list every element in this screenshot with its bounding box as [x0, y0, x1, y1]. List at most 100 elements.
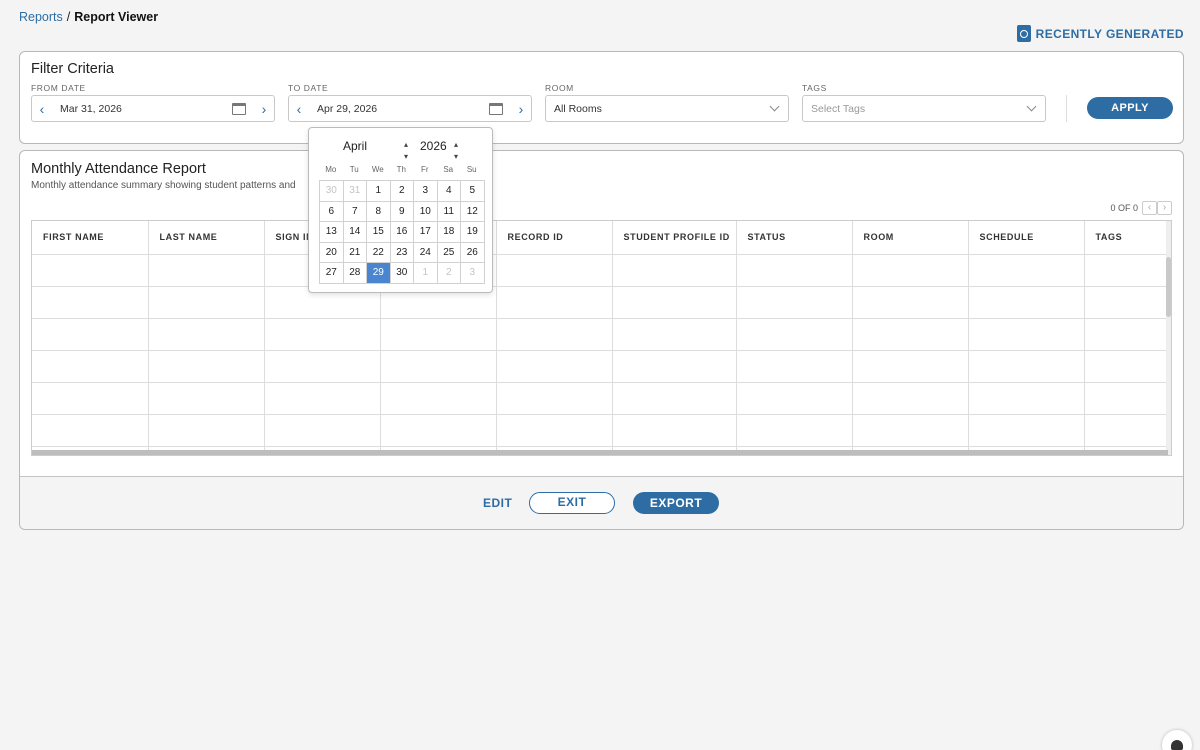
- calendar-day[interactable]: 1: [366, 180, 391, 202]
- weekday-label: We: [371, 165, 384, 174]
- table-cell: [612, 286, 737, 319]
- calendar-day[interactable]: 4: [436, 180, 461, 202]
- calendar-day[interactable]: 31: [342, 180, 367, 202]
- calendar-day[interactable]: 16: [389, 221, 414, 243]
- calendar-week: 6 7 8 9 10 11 12: [319, 200, 485, 222]
- table-cell: [736, 414, 853, 447]
- calendar-day[interactable]: 15: [366, 221, 391, 243]
- calendar-day[interactable]: 2: [389, 180, 414, 202]
- calendar-day[interactable]: 7: [342, 200, 367, 222]
- table-cell: [148, 414, 265, 447]
- breadcrumb-current: Report Viewer: [74, 10, 159, 24]
- table-row: [32, 414, 1169, 447]
- prev-page-button[interactable]: ‹: [1142, 201, 1157, 215]
- table-cell: [496, 382, 613, 415]
- calendar-day-selected[interactable]: 29: [366, 262, 391, 284]
- calendar-day[interactable]: 3: [413, 180, 438, 202]
- table-cell: [32, 350, 149, 383]
- column-header-record-id[interactable]: RECORD ID: [496, 221, 613, 255]
- breadcrumb-reports-link[interactable]: Reports: [19, 10, 63, 24]
- breadcrumb: Reports / Report Viewer: [19, 10, 158, 24]
- table-cell: [496, 350, 613, 383]
- apply-button[interactable]: APPLY: [1087, 97, 1173, 119]
- edit-button[interactable]: EDIT: [483, 496, 512, 510]
- calendar-week: 27 28 29 30 1 2 3: [319, 262, 485, 284]
- calendar-day[interactable]: 26: [460, 241, 485, 263]
- table-cell: [852, 350, 969, 383]
- column-header-tags[interactable]: TAGS: [1084, 221, 1169, 255]
- horizontal-scrollbar[interactable]: [32, 450, 1168, 455]
- help-chat-icon[interactable]: [1162, 730, 1192, 750]
- column-header-first-name[interactable]: FIRST NAME: [32, 221, 149, 255]
- chevron-left-icon[interactable]: ‹: [32, 101, 52, 117]
- table-cell: [1084, 318, 1169, 351]
- column-header-last-name[interactable]: LAST NAME: [148, 221, 265, 255]
- calendar-day[interactable]: 14: [342, 221, 367, 243]
- calendar-day[interactable]: 18: [436, 221, 461, 243]
- calendar-day[interactable]: 8: [366, 200, 391, 222]
- calendar-day[interactable]: 3: [460, 262, 485, 284]
- table-cell: [380, 318, 497, 351]
- calendar-day[interactable]: 24: [413, 241, 438, 263]
- vertical-scrollbar[interactable]: [1166, 221, 1171, 455]
- calendar-day[interactable]: 30: [319, 180, 344, 202]
- calendar-day[interactable]: 27: [319, 262, 344, 284]
- table-row: [32, 350, 1169, 383]
- table-cell: [148, 254, 265, 287]
- table-cell: [496, 414, 613, 447]
- calendar-day[interactable]: 6: [319, 200, 344, 222]
- table-cell: [852, 318, 969, 351]
- table-cell: [32, 318, 149, 351]
- tags-select[interactable]: Select Tags: [802, 95, 1046, 122]
- table-cell: [736, 318, 853, 351]
- calendar-day[interactable]: 22: [366, 241, 391, 263]
- column-header-schedule[interactable]: SCHEDULE: [968, 221, 1085, 255]
- updown-icon[interactable]: ▴ ▾: [454, 139, 458, 163]
- recently-generated-button[interactable]: RECENTLY GENERATED: [1016, 25, 1184, 42]
- next-page-button[interactable]: ›: [1157, 201, 1172, 215]
- table-cell: [496, 286, 613, 319]
- scrollbar-thumb[interactable]: [1166, 257, 1171, 317]
- calendar-icon[interactable]: [232, 102, 246, 115]
- calendar-icon[interactable]: [489, 102, 503, 115]
- chevron-left-icon[interactable]: ‹: [289, 101, 309, 117]
- calendar-day[interactable]: 1: [413, 262, 438, 284]
- calendar-day[interactable]: 11: [436, 200, 461, 222]
- calendar-day[interactable]: 12: [460, 200, 485, 222]
- report-panel: Monthly Attendance Report Monthly attend…: [19, 150, 1184, 530]
- table-cell: [852, 382, 969, 415]
- column-header-student-profile-id[interactable]: STUDENT PROFILE ID: [612, 221, 737, 255]
- calendar-day[interactable]: 25: [436, 241, 461, 263]
- calendar-day[interactable]: 17: [413, 221, 438, 243]
- from-date-input[interactable]: Mar 31, 2026: [52, 103, 232, 115]
- room-select[interactable]: All Rooms: [545, 95, 789, 122]
- calendar-day[interactable]: 20: [319, 241, 344, 263]
- to-date-input[interactable]: Apr 29, 2026: [309, 103, 489, 115]
- year-select[interactable]: 2026: [420, 139, 447, 153]
- month-select[interactable]: April: [343, 139, 367, 153]
- chevron-right-icon[interactable]: ›: [254, 101, 274, 117]
- calendar-day[interactable]: 13: [319, 221, 344, 243]
- calendar-day[interactable]: 23: [389, 241, 414, 263]
- filter-criteria-panel: Filter Criteria FROM DATE ‹ Mar 31, 2026…: [19, 51, 1184, 144]
- from-date-field: ‹ Mar 31, 2026 ›: [31, 95, 275, 122]
- column-header-status[interactable]: STATUS: [736, 221, 853, 255]
- calendar-day[interactable]: 10: [413, 200, 438, 222]
- table-cell: [32, 286, 149, 319]
- calendar-day[interactable]: 9: [389, 200, 414, 222]
- calendar-day[interactable]: 21: [342, 241, 367, 263]
- calendar-day[interactable]: 28: [342, 262, 367, 284]
- exit-button[interactable]: EXIT: [529, 492, 615, 514]
- export-button[interactable]: EXPORT: [633, 492, 719, 514]
- column-header-room[interactable]: ROOM: [852, 221, 969, 255]
- calendar-day[interactable]: 30: [389, 262, 414, 284]
- weekday-row: Mo Tu We Th Fr Sa Su: [319, 165, 484, 174]
- weekday-label: Su: [466, 165, 477, 174]
- calendar-day[interactable]: 19: [460, 221, 485, 243]
- table-row: [32, 254, 1169, 287]
- calendar-day[interactable]: 2: [436, 262, 461, 284]
- table-cell: [612, 382, 737, 415]
- updown-icon[interactable]: ▴ ▾: [404, 139, 408, 163]
- calendar-day[interactable]: 5: [460, 180, 485, 202]
- chevron-right-icon[interactable]: ›: [511, 101, 531, 117]
